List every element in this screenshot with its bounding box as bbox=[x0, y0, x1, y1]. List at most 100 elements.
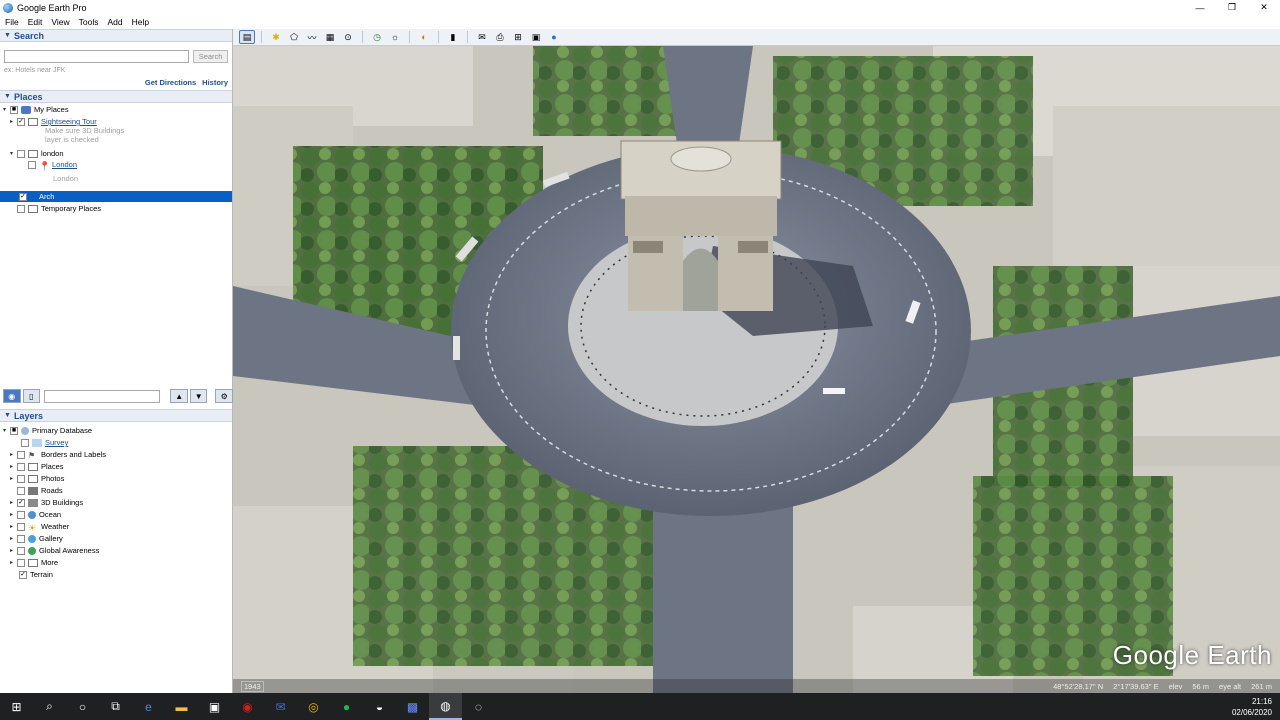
search-places-icon[interactable]: ◉ bbox=[3, 389, 21, 403]
app-icon[interactable]: ◌ bbox=[462, 693, 495, 720]
expand-icon[interactable]: ▸ bbox=[10, 463, 17, 470]
sidebar-toggle-icon[interactable]: ▤ bbox=[239, 30, 255, 44]
spotify-icon[interactable]: ● bbox=[330, 693, 363, 720]
search-button[interactable]: Search bbox=[193, 50, 228, 63]
menu-tools[interactable]: Tools bbox=[79, 17, 99, 27]
file-explorer-icon[interactable]: ▬ bbox=[165, 693, 198, 720]
expand-icon[interactable]: ▾ bbox=[3, 106, 10, 113]
expand-icon[interactable]: ▾ bbox=[10, 150, 17, 157]
windows-start-icon[interactable]: ⊞ bbox=[0, 693, 33, 720]
email-icon[interactable]: ✉ bbox=[474, 30, 490, 44]
checkbox[interactable] bbox=[28, 160, 36, 169]
add-path-icon[interactable]: 〰 bbox=[304, 30, 320, 44]
ruler-icon[interactable]: ▮ bbox=[445, 30, 461, 44]
map-view[interactable]: Google Earth 1943 48°52'28.17" N 2°17'39… bbox=[233, 46, 1280, 693]
tree-node-london-placemark[interactable]: 📍 London bbox=[28, 159, 77, 171]
print-icon[interactable]: ⎙ bbox=[492, 30, 508, 44]
add-polygon-icon[interactable]: ⬠ bbox=[286, 30, 302, 44]
history-link[interactable]: History bbox=[202, 78, 228, 87]
app-icon[interactable]: ◒ bbox=[363, 693, 396, 720]
expand-icon[interactable]: ▸ bbox=[10, 118, 17, 125]
edge-icon[interactable]: e bbox=[132, 693, 165, 720]
checkbox[interactable]: ✓ bbox=[17, 498, 25, 507]
move-down-icon[interactable]: ▼ bbox=[189, 389, 208, 403]
store-icon[interactable]: ▣ bbox=[198, 693, 231, 720]
tree-label-link[interactable]: Survey bbox=[45, 438, 68, 447]
expand-icon[interactable]: ▸ bbox=[10, 559, 17, 566]
checkbox[interactable]: ✓ bbox=[17, 117, 25, 126]
checkbox[interactable]: ✓ bbox=[19, 570, 27, 579]
expand-icon[interactable]: ▾ bbox=[3, 427, 10, 434]
earth-icon[interactable]: ● bbox=[546, 30, 562, 44]
app-icon[interactable]: ▩ bbox=[396, 693, 429, 720]
expand-icon[interactable]: ▸ bbox=[10, 451, 17, 458]
layer-terrain[interactable]: ✓ Terrain bbox=[19, 569, 53, 580]
layer-photos[interactable]: ▸ Photos bbox=[10, 473, 64, 484]
checkbox[interactable] bbox=[17, 462, 25, 471]
search-icon[interactable]: ⌕ bbox=[33, 693, 66, 720]
layer-more[interactable]: ▸ More bbox=[10, 557, 58, 568]
expand-icon[interactable]: ▸ bbox=[10, 523, 17, 530]
layer-global-awareness[interactable]: ▸ Global Awareness bbox=[10, 545, 99, 556]
menu-edit[interactable]: Edit bbox=[28, 17, 43, 27]
expand-icon[interactable]: ▸ bbox=[10, 499, 17, 506]
expand-icon[interactable]: ▸ bbox=[10, 535, 17, 542]
record-tour-icon[interactable]: ⊙ bbox=[340, 30, 356, 44]
checkbox[interactable] bbox=[17, 450, 25, 459]
expand-icon[interactable]: ▸ bbox=[10, 511, 17, 518]
layers-panel-header[interactable]: ▼ Layers bbox=[0, 409, 232, 422]
get-directions-link[interactable]: Get Directions bbox=[145, 78, 196, 87]
tree-node-my-places[interactable]: ▾ ■ My Places bbox=[3, 104, 69, 115]
menu-view[interactable]: View bbox=[51, 17, 69, 27]
checkbox[interactable] bbox=[17, 149, 25, 158]
tree-node-arch[interactable]: ✓ Arch bbox=[0, 191, 232, 202]
layer-places[interactable]: ▸ Places bbox=[10, 461, 64, 472]
checkbox[interactable]: ■ bbox=[10, 426, 18, 435]
checkbox[interactable] bbox=[17, 510, 25, 519]
task-view-icon[interactable]: ⧉ bbox=[99, 693, 132, 720]
layer-gallery[interactable]: ▸ Gallery bbox=[10, 533, 63, 544]
tree-node-temporary-places[interactable]: Temporary Places bbox=[10, 203, 101, 214]
play-tour-icon[interactable]: ⚙ bbox=[215, 389, 233, 403]
checkbox[interactable] bbox=[17, 558, 25, 567]
cortana-icon[interactable]: ○ bbox=[66, 693, 99, 720]
panel-toggle-icon[interactable]: ▯ bbox=[22, 389, 41, 403]
layer-ocean[interactable]: ▸ Ocean bbox=[10, 509, 61, 520]
search-input[interactable] bbox=[4, 50, 190, 63]
search-panel-header[interactable]: ▼ Search bbox=[0, 29, 232, 42]
add-placemark-icon[interactable]: ✱ bbox=[268, 30, 284, 44]
save-image-icon[interactable]: ⊞ bbox=[510, 30, 526, 44]
checkbox[interactable] bbox=[21, 438, 29, 447]
layer-borders[interactable]: ▸ ⚑ Borders and Labels bbox=[10, 449, 106, 460]
close-button[interactable]: ✕ bbox=[1248, 0, 1280, 15]
places-filter-input[interactable] bbox=[44, 389, 161, 403]
menu-help[interactable]: Help bbox=[132, 17, 149, 27]
layer-roads[interactable]: Roads bbox=[10, 485, 63, 496]
places-panel-header[interactable]: ▼ Places bbox=[0, 90, 232, 103]
system-clock[interactable]: 21:16 02/06/2020 bbox=[1232, 696, 1272, 718]
layer-primary-database[interactable]: ▾ ■ Primary Database bbox=[3, 425, 92, 436]
record-movie-icon[interactable]: ▣ bbox=[528, 30, 544, 44]
tree-node-london-folder[interactable]: ▾ london bbox=[10, 148, 64, 159]
checkbox[interactable] bbox=[17, 204, 25, 213]
app-icon[interactable]: ◉ bbox=[231, 693, 264, 720]
checkbox[interactable]: ■ bbox=[10, 105, 18, 114]
checkbox[interactable] bbox=[17, 486, 25, 495]
expand-icon[interactable]: ▸ bbox=[10, 547, 17, 554]
tree-label-link[interactable]: London bbox=[52, 160, 77, 169]
move-up-icon[interactable]: ▲ bbox=[170, 389, 188, 403]
add-overlay-icon[interactable]: ▦ bbox=[322, 30, 338, 44]
google-earth-task-icon[interactable]: ◍ bbox=[429, 693, 462, 720]
layer-weather[interactable]: ▸ ☀ Weather bbox=[10, 521, 69, 533]
checkbox[interactable] bbox=[17, 474, 25, 483]
menu-add[interactable]: Add bbox=[107, 17, 122, 27]
checkbox[interactable]: ✓ bbox=[19, 192, 27, 201]
checkbox[interactable] bbox=[17, 522, 25, 531]
menu-file[interactable]: File bbox=[5, 17, 19, 27]
layer-3d-buildings[interactable]: ▸ ✓ 3D Buildings bbox=[10, 497, 83, 508]
minimize-button[interactable]: — bbox=[1184, 0, 1216, 15]
expand-icon[interactable]: ▸ bbox=[10, 475, 17, 482]
maximize-button[interactable]: ❐ bbox=[1216, 0, 1248, 15]
tree-label-link[interactable]: Sightseeing Tour bbox=[41, 117, 97, 126]
historical-imagery-icon[interactable]: ◷ bbox=[369, 30, 385, 44]
